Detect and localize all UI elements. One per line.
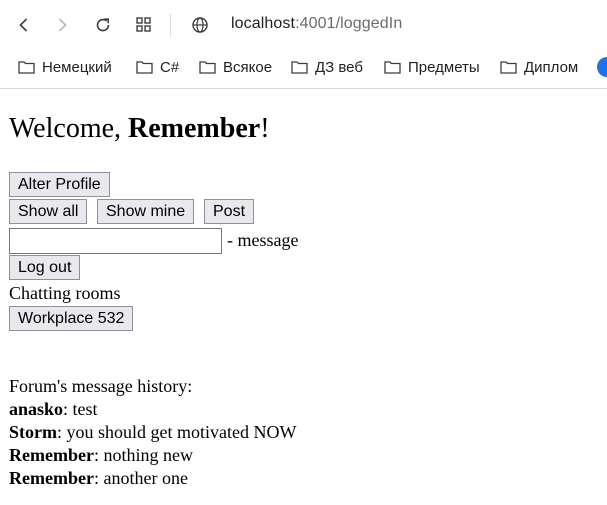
folder-icon [500, 61, 517, 74]
message-input[interactable] [9, 228, 222, 254]
message-row: anasko: test [9, 399, 98, 420]
message-author: anasko [9, 399, 64, 419]
reload-icon [96, 18, 110, 32]
page-content: Welcome, Remember! Alter Profile Show al… [0, 89, 607, 505]
message-row: Remember: another one [9, 468, 188, 489]
room-button[interactable]: Workplace 532 [9, 306, 134, 331]
bookmark-folder[interactable]: Диплом [500, 56, 578, 78]
site-info-button[interactable] [188, 13, 212, 37]
url-host: localhost [231, 15, 296, 32]
bookmark-folder[interactable]: ДЗ веб [291, 56, 363, 78]
bookmark-label: Предметы [408, 58, 480, 76]
bookmark-label: ДЗ веб [315, 58, 363, 76]
message-hint: - message [227, 230, 299, 250]
message-author: Remember [9, 445, 94, 465]
message-row: Storm: you should get motivated NOW [9, 422, 296, 443]
message-author: Storm [9, 422, 57, 442]
bookmark-folder[interactable]: Немецкий [18, 56, 112, 78]
post-button[interactable]: Post [204, 199, 255, 224]
apps-button[interactable] [132, 13, 156, 37]
rooms-heading: Chatting rooms [9, 283, 121, 303]
bookmark-label: Диплом [524, 58, 579, 76]
message-text: : nothing new [93, 445, 193, 465]
message-text: : test [63, 399, 98, 419]
bookmark-label: Всякое [223, 58, 273, 76]
bookmark-folder[interactable]: C# [136, 56, 179, 78]
history-heading: Forum's message history: [9, 376, 193, 396]
folder-icon [136, 61, 153, 74]
message-text: : another one [93, 468, 188, 488]
logout-button[interactable]: Log out [9, 255, 81, 280]
toolbar-divider [170, 14, 171, 36]
bookmark-folder[interactable]: Всякое [199, 56, 272, 78]
back-button[interactable] [12, 13, 36, 37]
folder-icon [199, 61, 216, 74]
welcome-heading: Welcome, Remember! [9, 113, 270, 145]
folder-icon [18, 61, 35, 74]
globe-icon [192, 17, 208, 33]
url-path: :4001/loggedIn [295, 15, 403, 32]
bookmark-favicon[interactable] [597, 57, 607, 77]
apps-grid-icon [136, 17, 151, 32]
welcome-suffix: ! [260, 113, 270, 144]
forward-button[interactable] [50, 13, 74, 37]
reload-button[interactable] [91, 13, 115, 37]
welcome-username: Remember [128, 113, 261, 144]
alter-profile-button[interactable]: Alter Profile [9, 172, 110, 197]
show-mine-button[interactable]: Show mine [97, 199, 195, 224]
message-row: Remember: nothing new [9, 445, 193, 466]
folder-icon [384, 61, 401, 74]
show-all-button[interactable]: Show all [9, 199, 88, 224]
message-author: Remember [9, 468, 94, 488]
back-arrow-icon [19, 18, 28, 32]
folder-icon [291, 61, 308, 74]
bookmark-label: Немецкий [42, 58, 112, 76]
bookmark-folder[interactable]: Предметы [384, 56, 480, 78]
forward-arrow-icon [58, 18, 67, 32]
message-text: : you should get motivated NOW [57, 422, 297, 442]
welcome-prefix: Welcome, [9, 113, 129, 144]
browser-toolbar: localhost:4001/loggedIn Немецкий C# Всяк… [0, 0, 607, 89]
bookmark-label: C# [160, 58, 180, 76]
address-bar[interactable]: localhost:4001/loggedIn [231, 15, 402, 33]
